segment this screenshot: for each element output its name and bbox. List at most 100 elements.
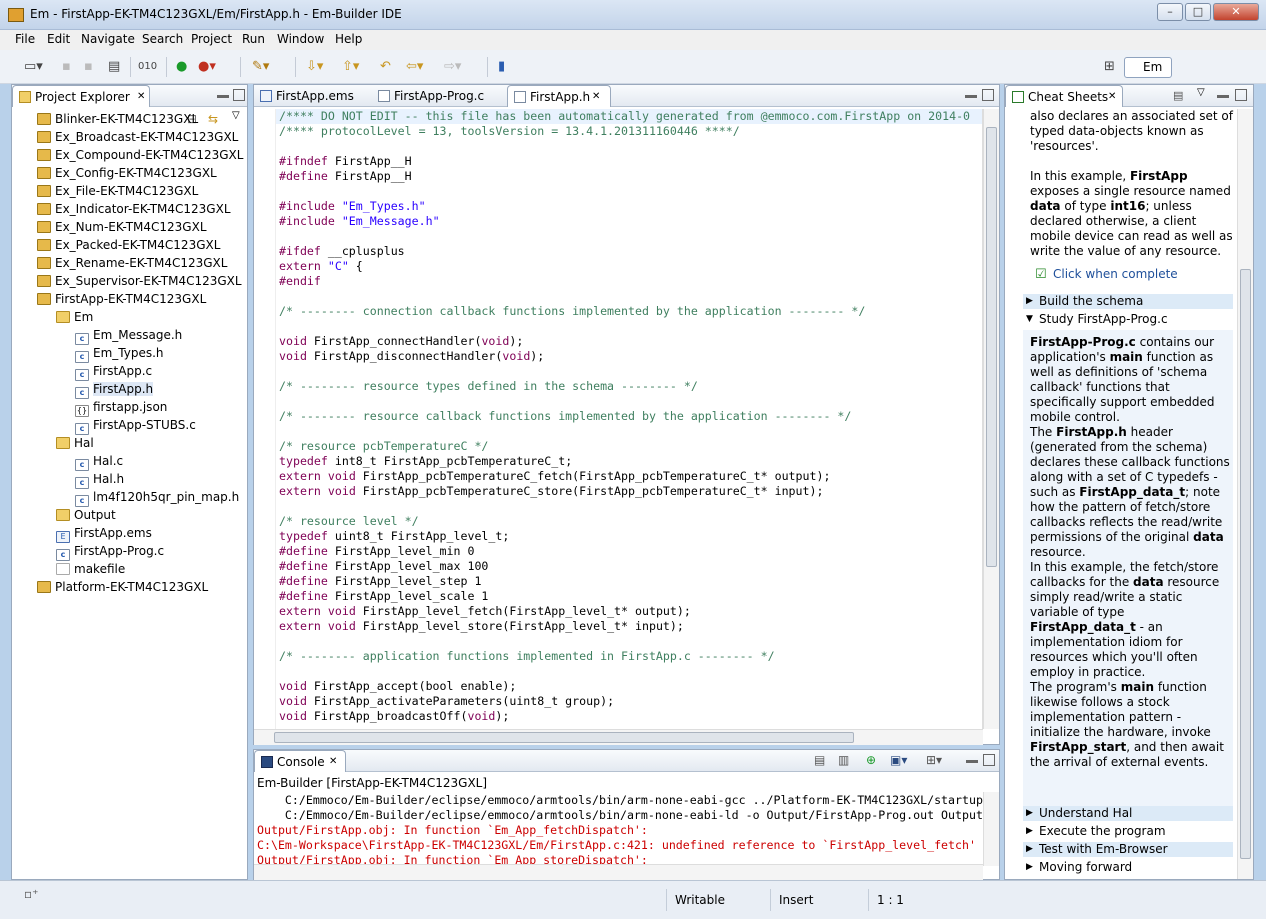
menu-run[interactable]: Run: [242, 32, 265, 46]
menu-search[interactable]: Search: [142, 32, 183, 46]
next-annotation-icon[interactable]: ⇩▾: [306, 58, 323, 76]
tab-firstapp-ems[interactable]: FirstApp.ems: [254, 85, 369, 107]
minimize-view-icon[interactable]: [217, 95, 229, 98]
view-menu-icon[interactable]: ▽: [1197, 87, 1205, 98]
editor-vertical-scrollbar[interactable]: [983, 109, 999, 729]
tree-item[interactable]: {} firstapp.json: [75, 398, 167, 417]
section-test-with-em-browser[interactable]: ▶ Test with Em-Browser: [1023, 842, 1233, 857]
display-console-icon[interactable]: ▣▾: [890, 753, 907, 767]
pin-console-icon[interactable]: ⊕: [866, 753, 876, 767]
maximize-view-icon[interactable]: [983, 754, 995, 766]
scroll-thumb[interactable]: [986, 127, 997, 567]
cheat-sheet-scrollbar[interactable]: [1237, 109, 1253, 879]
tree-item[interactable]: c lm4f120h5qr_pin_map.h: [75, 488, 239, 507]
tree-item[interactable]: Platform-EK-TM4C123GXL: [37, 578, 208, 596]
cheat-sheet-toolbar-icon[interactable]: ▤: [1173, 89, 1183, 102]
prev-annotation-icon[interactable]: ⇧▾: [342, 58, 359, 76]
tree-item[interactable]: c FirstApp-STUBS.c: [75, 416, 196, 435]
tree-item[interactable]: c FirstApp-Prog.c: [56, 542, 164, 561]
section-understand-hal[interactable]: ▶ Understand Hal: [1023, 806, 1233, 821]
section-moving-forward[interactable]: ▶ Moving forward: [1023, 860, 1233, 875]
forward-icon[interactable]: ⇨▾: [444, 58, 461, 76]
run-icon[interactable]: ●: [176, 58, 187, 76]
close-tab-icon[interactable]: ✕: [329, 751, 337, 773]
open-console-icon[interactable]: ⊞▾: [926, 753, 942, 767]
tree-item[interactable]: Output: [56, 506, 116, 524]
console-title: Em-Builder [FirstApp-EK-TM4C123GXL]: [257, 776, 488, 790]
console-horizontal-scrollbar[interactable]: [254, 864, 983, 880]
tree-item[interactable]: makefile: [56, 560, 125, 578]
tree-item[interactable]: c Hal.c: [75, 452, 123, 471]
minimize-view-icon[interactable]: [1217, 95, 1229, 98]
scroll-lock-icon[interactable]: ▥: [838, 753, 849, 767]
menu-navigate[interactable]: Navigate: [81, 32, 135, 46]
open-perspective-icon[interactable]: ⊞: [1104, 58, 1115, 76]
tree-item[interactable]: Ex_Compound-EK-TM4C123GXL: [37, 146, 243, 164]
last-edit-icon[interactable]: ↶: [380, 58, 391, 76]
section-study-firstapp-prog[interactable]: ▼ Study FirstApp-Prog.c: [1023, 312, 1233, 327]
close-tab-icon[interactable]: ✕: [137, 86, 145, 108]
editor-horizontal-scrollbar[interactable]: [254, 729, 983, 745]
tree-item[interactable]: Ex_Packed-EK-TM4C123GXL: [37, 236, 220, 254]
code-editor[interactable]: /**** DO NOT EDIT -- this file has been …: [254, 109, 983, 729]
menu-file[interactable]: File: [15, 32, 35, 46]
wand-icon[interactable]: ✎▾: [252, 58, 269, 76]
close-tab-icon[interactable]: ✕: [1108, 86, 1116, 108]
tree-item[interactable]: Blinker-EK-TM4C123GXL: [37, 110, 198, 128]
tree-item[interactable]: Ex_Indicator-EK-TM4C123GXL: [37, 200, 231, 218]
console-vertical-scrollbar[interactable]: [983, 792, 999, 866]
tree-item[interactable]: Hal: [56, 434, 94, 452]
tree-item[interactable]: c FirstApp.c: [75, 362, 152, 381]
print-icon[interactable]: ▤: [108, 58, 120, 76]
close-button[interactable]: ✕: [1213, 3, 1259, 21]
binary-icon[interactable]: 010: [138, 58, 157, 76]
menu-window[interactable]: Window: [277, 32, 324, 46]
tree-item[interactable]: Ex_Config-EK-TM4C123GXL: [37, 164, 217, 182]
console-output[interactable]: C:/Emmoco/Em-Builder/eclipse/emmoco/armt…: [254, 792, 983, 866]
fast-view-icon[interactable]: ▫⁺: [24, 887, 38, 901]
tree-item[interactable]: E FirstApp.ems: [56, 524, 152, 543]
minimize-view-icon[interactable]: [966, 760, 978, 763]
tree-item[interactable]: FirstApp-EK-TM4C123GXL: [37, 290, 206, 308]
save-all-icon[interactable]: ▪: [84, 58, 93, 76]
tab-firstapp-prog-c[interactable]: FirstApp-Prog.c: [372, 85, 504, 107]
link-editor-icon[interactable]: ⇆: [208, 112, 218, 126]
save-icon[interactable]: ▪: [62, 58, 71, 76]
new-icon[interactable]: ▭▾: [24, 58, 43, 76]
view-menu-icon[interactable]: ▽: [232, 110, 240, 121]
tree-item[interactable]: Ex_Rename-EK-TM4C123GXL: [37, 254, 227, 272]
tree-item[interactable]: Ex_Num-EK-TM4C123GXL: [37, 218, 207, 236]
menu-edit[interactable]: Edit: [47, 32, 70, 46]
minimize-button[interactable]: –: [1157, 3, 1183, 21]
maximize-button[interactable]: □: [1185, 3, 1211, 21]
scroll-thumb[interactable]: [1240, 269, 1251, 859]
menu-help[interactable]: Help: [335, 32, 362, 46]
tree-item[interactable]: c Em_Message.h: [75, 326, 182, 345]
perspective-em[interactable]: Em: [1124, 57, 1172, 78]
tree-item[interactable]: Ex_Supervisor-EK-TM4C123GXL: [37, 272, 242, 290]
click-when-complete-link[interactable]: Click when complete: [1053, 267, 1178, 281]
close-tab-icon[interactable]: ✕: [592, 86, 600, 108]
book-icon[interactable]: ▮: [498, 58, 505, 76]
tree-item[interactable]: c Em_Types.h: [75, 344, 164, 363]
clear-console-icon[interactable]: ▤: [814, 753, 825, 767]
maximize-view-icon[interactable]: [233, 89, 245, 101]
tab-firstapp-h[interactable]: FirstApp.h ✕: [507, 85, 611, 107]
minimize-view-icon[interactable]: [965, 95, 977, 98]
tab-console[interactable]: Console ✕: [254, 750, 346, 772]
tree-item[interactable]: Em: [56, 308, 93, 326]
scroll-thumb[interactable]: [274, 732, 854, 743]
section-build-the-schema[interactable]: ▶ Build the schema: [1023, 294, 1233, 309]
tab-project-explorer[interactable]: Project Explorer ✕: [12, 85, 150, 107]
maximize-view-icon[interactable]: [982, 89, 994, 101]
menu-project[interactable]: Project: [191, 32, 232, 46]
tree-item[interactable]: Ex_Broadcast-EK-TM4C123GXL: [37, 128, 238, 146]
tab-cheat-sheets[interactable]: Cheat Sheets ✕: [1005, 85, 1123, 107]
tree-item[interactable]: Ex_File-EK-TM4C123GXL: [37, 182, 198, 200]
maximize-view-icon[interactable]: [1235, 89, 1247, 101]
tree-item[interactable]: c Hal.h: [75, 470, 124, 489]
tree-item[interactable]: c FirstApp.h: [75, 380, 154, 399]
debug-icon[interactable]: ●▾: [198, 58, 216, 76]
back-icon[interactable]: ⇦▾: [406, 58, 423, 76]
section-execute-the-program[interactable]: ▶ Execute the program: [1023, 824, 1233, 839]
